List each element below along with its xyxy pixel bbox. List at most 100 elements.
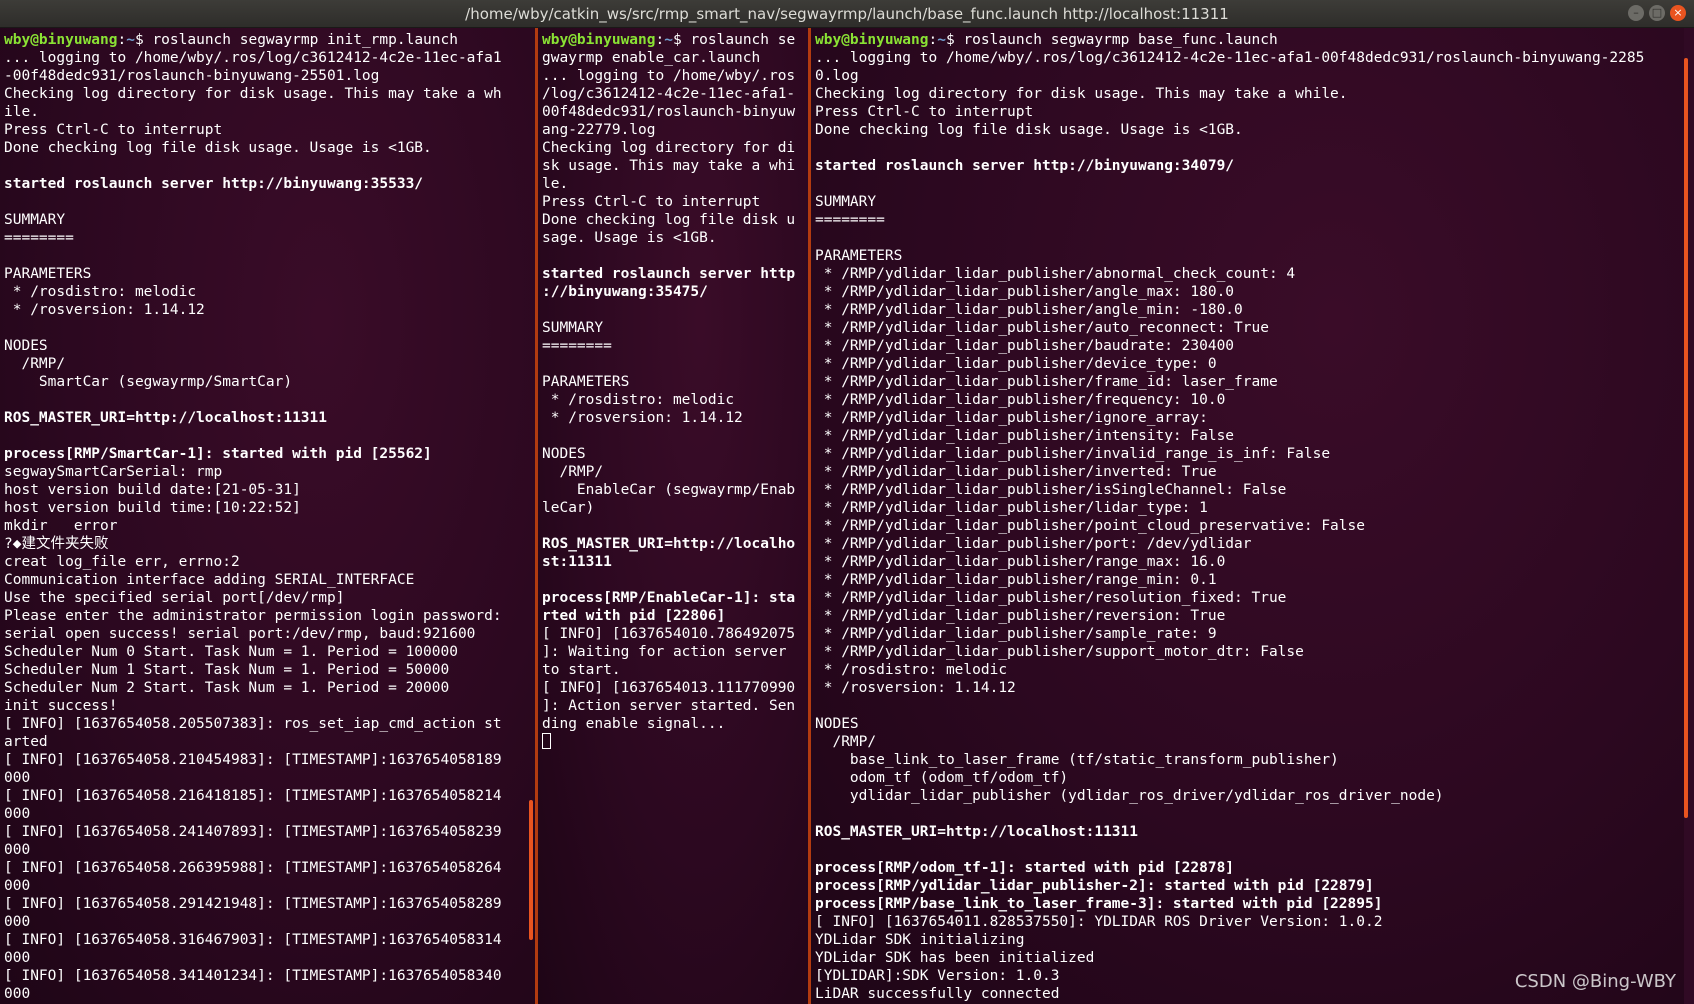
output-line: /RMP/: [4, 356, 66, 372]
terminal-pane-left[interactable]: wby@binyuwang:~$ roslaunch segwayrmp ini…: [0, 28, 535, 1004]
watermark: CSDN @Bing-WBY: [1514, 971, 1676, 992]
output-line: PARAMETERS: [815, 248, 903, 264]
output-line: Scheduler Num 1 Start. Task Num = 1. Per…: [4, 662, 450, 678]
output-line: st:11311: [542, 554, 612, 570]
output-line: ?◆建文件夹失败: [4, 536, 109, 552]
output-line: SUMMARY: [815, 194, 877, 210]
output-line: Done checking log file disk usage. Usage…: [815, 122, 1243, 138]
output-line: Press Ctrl-C to interrupt: [815, 104, 1034, 120]
output-line: Scheduler Num 2 Start. Task Num = 1. Per…: [4, 680, 450, 696]
output-line: YDLidar SDK has been initialized: [815, 950, 1095, 966]
output-line: ... logging to /home/wby/.ros/log/c36124…: [815, 50, 1645, 66]
output-line: Checking log directory for di: [542, 140, 796, 156]
prompt-symbol: $: [134, 32, 153, 48]
output-line: * /RMP/ydlidar_lidar_publisher/auto_reco…: [815, 320, 1269, 336]
output-line: SUMMARY: [4, 212, 66, 228]
terminal-pane-middle[interactable]: wby@binyuwang:~$ roslaunch se gwayrmp ena…: [538, 28, 808, 1004]
output-line: process[RMP/base_link_to_laser_frame-3]:…: [815, 896, 1383, 912]
command-text: roslaunch segwayrmp base_func.launch: [963, 32, 1278, 48]
output-line: * /RMP/ydlidar_lidar_publisher/abnormal_…: [815, 266, 1296, 282]
scrollbar-right[interactable]: [1684, 28, 1690, 1004]
output-line: started roslaunch server http://binyuwan…: [4, 176, 424, 192]
output-line: segwaySmartCarSerial: rmp: [4, 464, 223, 480]
output-line: NODES: [542, 446, 586, 462]
output-line: [ INFO] [1637654058.210454983]: [TIMESTA…: [4, 752, 502, 768]
prompt-user: wby@binyuwang: [815, 32, 929, 48]
output-line: rted with pid [22806]: [542, 608, 726, 624]
output-line: * /RMP/ydlidar_lidar_publisher/point_clo…: [815, 518, 1365, 534]
output-line: 00f48dedc931/roslaunch-binyuw: [542, 104, 796, 120]
output-line: * /RMP/ydlidar_lidar_publisher/port: /de…: [815, 536, 1252, 552]
output-line: * /RMP/ydlidar_lidar_publisher/angle_max…: [815, 284, 1235, 300]
scrollbar-left[interactable]: [529, 28, 535, 1004]
output-line: 000: [4, 914, 31, 930]
output-line: * /RMP/ydlidar_lidar_publisher/invalid_r…: [815, 446, 1331, 462]
maximize-icon[interactable]: □: [1649, 5, 1665, 21]
output-line: ========: [4, 230, 74, 246]
output-line: Please enter the administrator permissio…: [4, 608, 502, 624]
output-line: ding enable signal...: [542, 716, 726, 732]
prompt-user: wby@binyuwang: [4, 32, 118, 48]
scrollbar-thumb[interactable]: [1684, 58, 1688, 818]
close-icon[interactable]: ×: [1670, 5, 1686, 21]
prompt-line: wby@binyuwang:~$ roslaunch segwayrmp ini…: [4, 31, 535, 49]
output-line: ... logging to /home/wby/.ros: [542, 68, 796, 84]
output-line: SUMMARY: [542, 320, 604, 336]
output-line: * /RMP/ydlidar_lidar_publisher/ignore_ar…: [815, 410, 1208, 426]
output-line: host version build date:[21-05-31]: [4, 482, 301, 498]
output-line: * /rosversion: 1.14.12: [4, 302, 205, 318]
output-line: * /RMP/ydlidar_lidar_publisher/frequency…: [815, 392, 1226, 408]
output-line: * /rosversion: 1.14.12: [815, 680, 1016, 696]
window-titlebar: /home/wby/catkin_ws/src/rmp_smart_nav/se…: [0, 0, 1694, 28]
command-text: roslaunch segwayrmp init_rmp.launch: [152, 32, 458, 48]
output-line: sk usage. This may take a whi: [542, 158, 796, 174]
output-line: mkdir error: [4, 518, 118, 534]
output-line: [ INFO] [1637654013.111770990: [542, 680, 796, 696]
output-line: process[RMP/SmartCar-1]: started with pi…: [4, 446, 432, 462]
output-line: [ INFO] [1637654011.828537550]: YDLIDAR …: [815, 914, 1383, 930]
output-line: [ INFO] [1637654058.341401234]: [TIMESTA…: [4, 968, 502, 984]
output-line: started roslaunch server http: [542, 266, 796, 282]
output-line: ang-22779.log: [542, 122, 656, 138]
output-line: SmartCar (segwayrmp/SmartCar): [4, 374, 293, 390]
scrollbar-thumb[interactable]: [529, 800, 533, 940]
minimize-icon[interactable]: –: [1628, 5, 1644, 21]
output-line: * /RMP/ydlidar_lidar_publisher/range_min…: [815, 572, 1217, 588]
output-line: * /RMP/ydlidar_lidar_publisher/frame_id:…: [815, 374, 1278, 390]
output-line: Done checking log file disk usage. Usage…: [4, 140, 432, 156]
command-text: roslaunch se: [690, 32, 796, 48]
output-line: * /rosdistro: melodic: [815, 662, 1008, 678]
output-line: Checking log directory for disk usage. T…: [4, 86, 502, 102]
prompt-path: ~: [937, 32, 946, 48]
output-line: Scheduler Num 0 Start. Task Num = 1. Per…: [4, 644, 458, 660]
terminal-cursor: [542, 733, 551, 749]
output-line: 0.log: [815, 68, 859, 84]
prompt-sep: :: [928, 32, 938, 48]
output-line: arted: [4, 734, 48, 750]
output-line: 000: [4, 806, 31, 822]
output-line: Press Ctrl-C to interrupt: [4, 122, 223, 138]
output-line: * /RMP/ydlidar_lidar_publisher/reversion…: [815, 608, 1226, 624]
output-line: sage. Usage is <1GB.: [542, 230, 717, 246]
output-line: /log/c3612412-4c2e-11ec-afa1-: [542, 86, 796, 102]
output-line: YDLidar SDK initializing: [815, 932, 1025, 948]
output-line: Press Ctrl-C to interrupt: [542, 194, 761, 210]
output-line: Checking log directory for disk usage. T…: [815, 86, 1348, 102]
output-line: 000: [4, 986, 31, 1002]
output-line: * /RMP/ydlidar_lidar_publisher/lidar_typ…: [815, 500, 1208, 516]
output-line: ]: Waiting for action server: [542, 644, 787, 660]
terminal-pane-right[interactable]: wby@binyuwang:~$ roslaunch segwayrmp bas…: [811, 28, 1684, 1004]
output-line: [ INFO] [1637654058.291421948]: [TIMESTA…: [4, 896, 502, 912]
